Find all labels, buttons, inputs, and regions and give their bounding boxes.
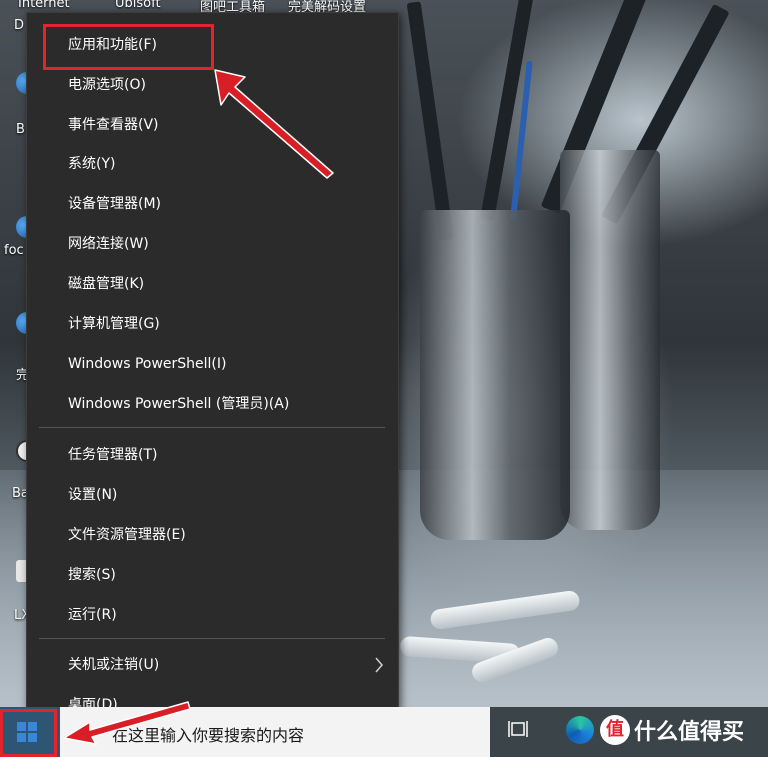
menu-item-settings[interactable]: 设置(N) [27, 475, 398, 515]
menu-item-powershell-admin[interactable]: Windows PowerShell (管理员)(A) [27, 384, 398, 424]
menu-item-network-connections[interactable]: 网络连接(W) [27, 224, 398, 264]
brand-badge: 值 [600, 715, 630, 745]
menu-item-powershell[interactable]: Windows PowerShell(I) [27, 344, 398, 384]
menu-separator [39, 638, 385, 639]
annotation-arrow-icon [214, 69, 334, 179]
menu-separator [39, 427, 385, 428]
desktop-icon-label[interactable]: Ubisoft [115, 0, 161, 11]
wallpaper-cup [420, 210, 570, 540]
brand-text: 什么值得买 [634, 720, 745, 745]
task-view-icon[interactable] [508, 718, 530, 745]
watermark-logo: 值 什么值得买 [600, 714, 744, 746]
menu-item-shutdown-signout[interactable]: 关机或注销(U) [27, 645, 398, 685]
desktop-icon-label[interactable]: B [16, 122, 25, 137]
highlight-box-start-button [0, 709, 57, 757]
highlight-box-apps-features [43, 24, 214, 70]
menu-item-computer-management[interactable]: 计算机管理(G) [27, 304, 398, 344]
annotation-arrow-icon [63, 701, 191, 745]
menu-item-file-explorer[interactable]: 文件资源管理器(E) [27, 515, 398, 555]
edge-browser-icon[interactable] [566, 716, 594, 744]
menu-item-label: 关机或注销(U) [68, 657, 160, 673]
desktop-icon-label[interactable]: foc [4, 243, 24, 258]
menu-item-task-manager[interactable]: 任务管理器(T) [27, 435, 398, 475]
menu-item-device-manager[interactable]: 设备管理器(M) [27, 184, 398, 224]
desktop-icon-label[interactable]: D [14, 18, 24, 33]
menu-item-run[interactable]: 运行(R) [27, 595, 398, 635]
wallpaper-pencil [406, 1, 454, 241]
wallpaper-cup [560, 150, 660, 530]
menu-item-search[interactable]: 搜索(S) [27, 555, 398, 595]
desktop-icon-label[interactable]: Internet [18, 0, 70, 11]
menu-item-disk-management[interactable]: 磁盘管理(K) [27, 264, 398, 304]
